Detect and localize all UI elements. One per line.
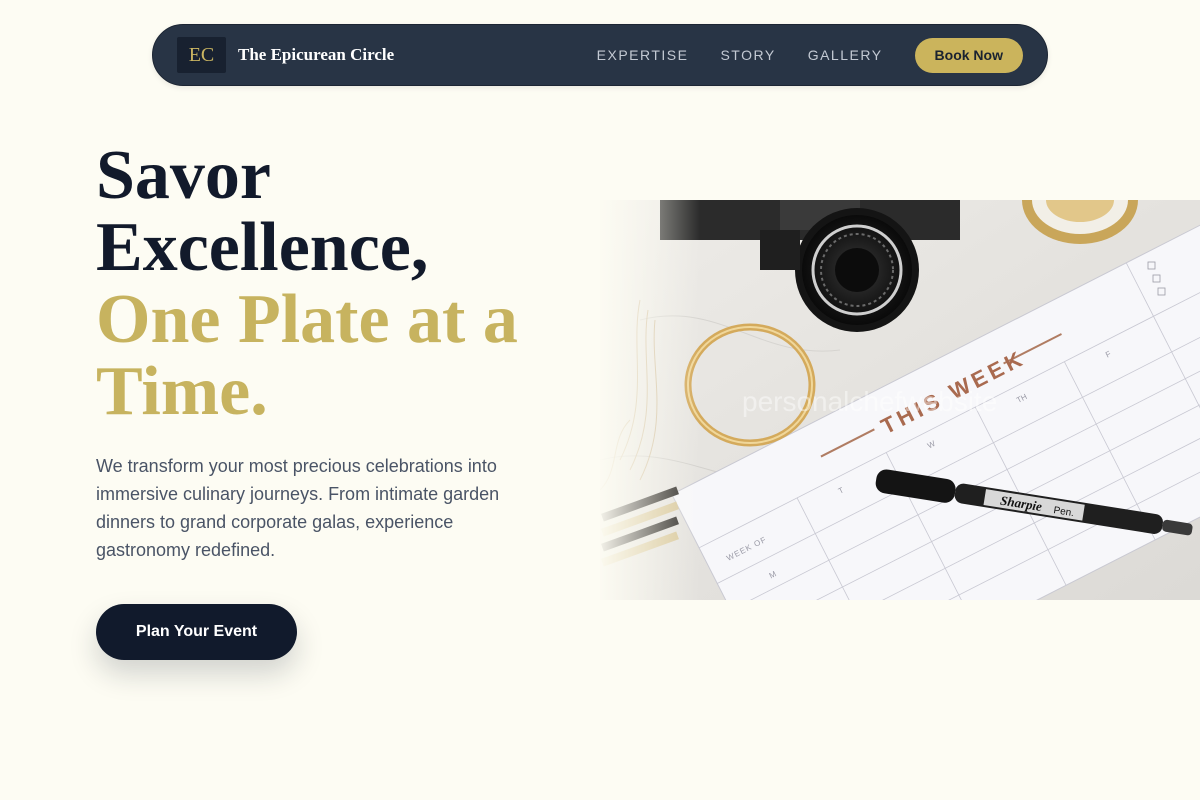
hero-title-line1: Savor (96, 137, 271, 214)
logo-mark[interactable]: EC (177, 37, 226, 73)
plan-event-button[interactable]: Plan Your Event (96, 604, 297, 660)
hero-title: Savor Excellence, One Plate at a Time. (96, 140, 556, 428)
nav-link-expertise[interactable]: EXPERTISE (597, 47, 689, 63)
hero-title-accent-line2: Time. (96, 353, 268, 430)
hero-title-line2: Excellence, (96, 209, 429, 286)
image-watermark: personalchefwebsite (742, 386, 998, 417)
nav-link-story[interactable]: STORY (720, 47, 775, 63)
hero-image: THIS WEEK WEEK OF M T W TH F Sharpie Pen… (600, 200, 1200, 600)
brand-name[interactable]: The Epicurean Circle (238, 45, 394, 65)
hero-description: We transform your most precious celebrat… (96, 456, 500, 560)
book-now-button[interactable]: Book Now (914, 37, 1023, 73)
top-navbar: EC The Epicurean Circle EXPERTISE STORY … (152, 24, 1048, 86)
nav-link-gallery[interactable]: GALLERY (808, 47, 883, 63)
nav-links: EXPERTISE STORY GALLERY Book Now (597, 37, 1023, 73)
hero-title-accent-line1: One Plate at a (96, 281, 518, 358)
image-fade-overlay (600, 200, 700, 600)
